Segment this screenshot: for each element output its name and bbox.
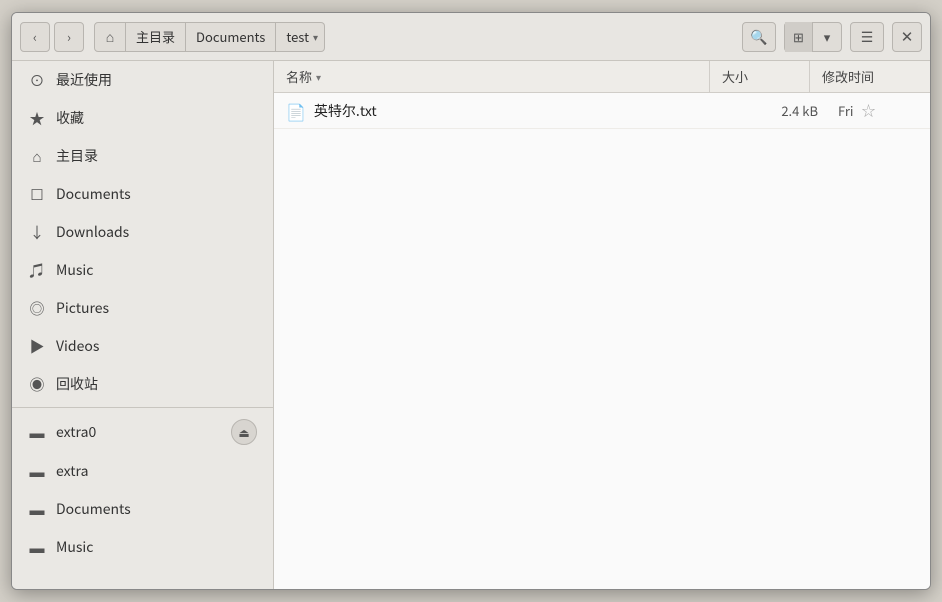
sidebar-item-downloads[interactable]: ↓ Downloads bbox=[12, 213, 273, 251]
titlebar: ‹ › ⌂ 主目录 名称 Documents test ▾ 🔍 bbox=[12, 13, 930, 61]
grid-view-button[interactable]: ⊞ bbox=[785, 22, 813, 52]
sidebar-item-label: Documents bbox=[56, 499, 131, 519]
breadcrumb-segment-documents[interactable]: 名称 Documents bbox=[186, 22, 276, 52]
drive-icon: ▬ bbox=[28, 537, 46, 558]
recent-icon: ⊙ bbox=[28, 70, 46, 91]
file-list-area: 名称 ▾ 大小 修改时间 📄 英特尔.txt 2.4 kB bbox=[274, 61, 930, 589]
chevron-icon: ▾ bbox=[824, 27, 831, 46]
sidebar-item-extra0[interactable]: ▬ extra0 ⏏ bbox=[12, 412, 273, 452]
back-icon: ‹ bbox=[33, 27, 37, 46]
file-name: 英特尔.txt bbox=[314, 101, 377, 121]
grid-icon: ⊞ bbox=[793, 27, 804, 46]
chevron-down-icon: ▾ bbox=[313, 29, 318, 44]
hamburger-icon: ☰ bbox=[861, 27, 874, 47]
close-icon: ✕ bbox=[901, 26, 914, 47]
sidebar-item-videos[interactable]: ▶ Videos bbox=[12, 327, 273, 365]
breadcrumb-segment-test[interactable]: test ▾ bbox=[276, 22, 325, 52]
sidebar-item-label: Music bbox=[56, 537, 93, 557]
file-size-cell: 2.4 kB bbox=[730, 101, 830, 120]
file-list-header: 名称 ▾ 大小 修改时间 bbox=[274, 61, 930, 93]
drive-icon: ▬ bbox=[28, 461, 46, 482]
star-icon: ★ bbox=[28, 108, 46, 129]
sidebar-item-label: Pictures bbox=[56, 298, 109, 318]
forward-button[interactable]: › bbox=[54, 22, 84, 52]
sidebar-item-pictures[interactable]: ◎ Pictures bbox=[12, 289, 273, 327]
content-area: ⊙ 最近使用 ★ 收藏 ⌂ 主目录 ☐ Documents ↓ Download… bbox=[12, 61, 930, 589]
search-icon: 🔍 bbox=[750, 27, 767, 47]
sidebar-item-documents[interactable]: ☐ Documents bbox=[12, 175, 273, 213]
forward-icon: › bbox=[67, 27, 71, 46]
sidebar-item-label: extra bbox=[56, 461, 88, 481]
sidebar-item-label: extra0 bbox=[56, 422, 96, 442]
sidebar-item-label: 回收站 bbox=[56, 374, 98, 394]
back-button[interactable]: ‹ bbox=[20, 22, 50, 52]
sidebar-item-label: 主目录 bbox=[56, 146, 98, 166]
column-size[interactable]: 大小 bbox=[710, 61, 810, 92]
sort-arrow-icon: ▾ bbox=[316, 69, 321, 84]
sidebar-item-label: Downloads bbox=[56, 222, 129, 242]
sidebar-item-home[interactable]: ⌂ 主目录 bbox=[12, 137, 273, 175]
eject-icon: ⏏ bbox=[238, 424, 249, 441]
search-button[interactable]: 🔍 bbox=[742, 22, 776, 52]
sidebar-item-trash[interactable]: ◉ 回收站 bbox=[12, 365, 273, 403]
eject-button[interactable]: ⏏ bbox=[231, 419, 257, 445]
sidebar-item-music[interactable]: ♫ Music bbox=[12, 251, 273, 289]
sidebar-item-label: Music bbox=[56, 260, 93, 280]
pictures-icon: ◎ bbox=[28, 298, 46, 319]
sidebar-item-bookmarks[interactable]: ★ 收藏 bbox=[12, 99, 273, 137]
view-toggle: ⊞ ▾ bbox=[784, 22, 842, 52]
close-button[interactable]: ✕ bbox=[892, 22, 922, 52]
file-date-cell: Fri ☆ bbox=[830, 101, 930, 121]
download-icon: ↓ bbox=[28, 222, 46, 243]
table-row[interactable]: 📄 英特尔.txt 2.4 kB Fri ☆ bbox=[274, 93, 930, 129]
sidebar: ⊙ 最近使用 ★ 收藏 ⌂ 主目录 ☐ Documents ↓ Download… bbox=[12, 61, 274, 589]
sidebar-item-extra[interactable]: ▬ extra bbox=[12, 452, 273, 490]
trash-icon: ◉ bbox=[28, 374, 46, 395]
file-name-cell: 📄 英特尔.txt bbox=[274, 99, 730, 123]
list-view-chevron[interactable]: ▾ bbox=[813, 22, 841, 52]
breadcrumb-segment-home[interactable]: 主目录 bbox=[126, 22, 186, 52]
sidebar-separator bbox=[12, 407, 273, 408]
video-icon: ▶ bbox=[28, 336, 46, 357]
home-icon: ⌂ bbox=[106, 27, 114, 47]
sidebar-item-documents2[interactable]: ▬ Documents bbox=[12, 490, 273, 528]
sidebar-item-label: Documents bbox=[56, 184, 131, 204]
music-icon: ♫ bbox=[28, 260, 46, 281]
column-name[interactable]: 名称 ▾ bbox=[274, 61, 710, 92]
sidebar-item-label: Videos bbox=[56, 336, 99, 356]
drive-icon: ▬ bbox=[28, 422, 46, 443]
breadcrumb-home-button[interactable]: ⌂ bbox=[94, 22, 126, 52]
breadcrumb: ⌂ 主目录 名称 Documents test ▾ bbox=[94, 22, 411, 52]
menu-button[interactable]: ☰ bbox=[850, 22, 884, 52]
sidebar-item-label: 最近使用 bbox=[56, 70, 112, 90]
column-modified[interactable]: 修改时间 bbox=[810, 61, 930, 92]
drive-icon: ▬ bbox=[28, 499, 46, 520]
sidebar-item-label: 收藏 bbox=[56, 108, 84, 128]
sidebar-item-recent[interactable]: ⊙ 最近使用 bbox=[12, 61, 273, 99]
star-button[interactable]: ☆ bbox=[862, 101, 876, 121]
sidebar-item-music2[interactable]: ▬ Music bbox=[12, 528, 273, 566]
file-type-icon: 📄 bbox=[286, 99, 306, 123]
home-icon: ⌂ bbox=[28, 146, 46, 167]
file-manager-window: ‹ › ⌂ 主目录 名称 Documents test ▾ 🔍 bbox=[11, 12, 931, 590]
document-icon: ☐ bbox=[28, 184, 46, 205]
file-list-body: 📄 英特尔.txt 2.4 kB Fri ☆ bbox=[274, 93, 930, 589]
